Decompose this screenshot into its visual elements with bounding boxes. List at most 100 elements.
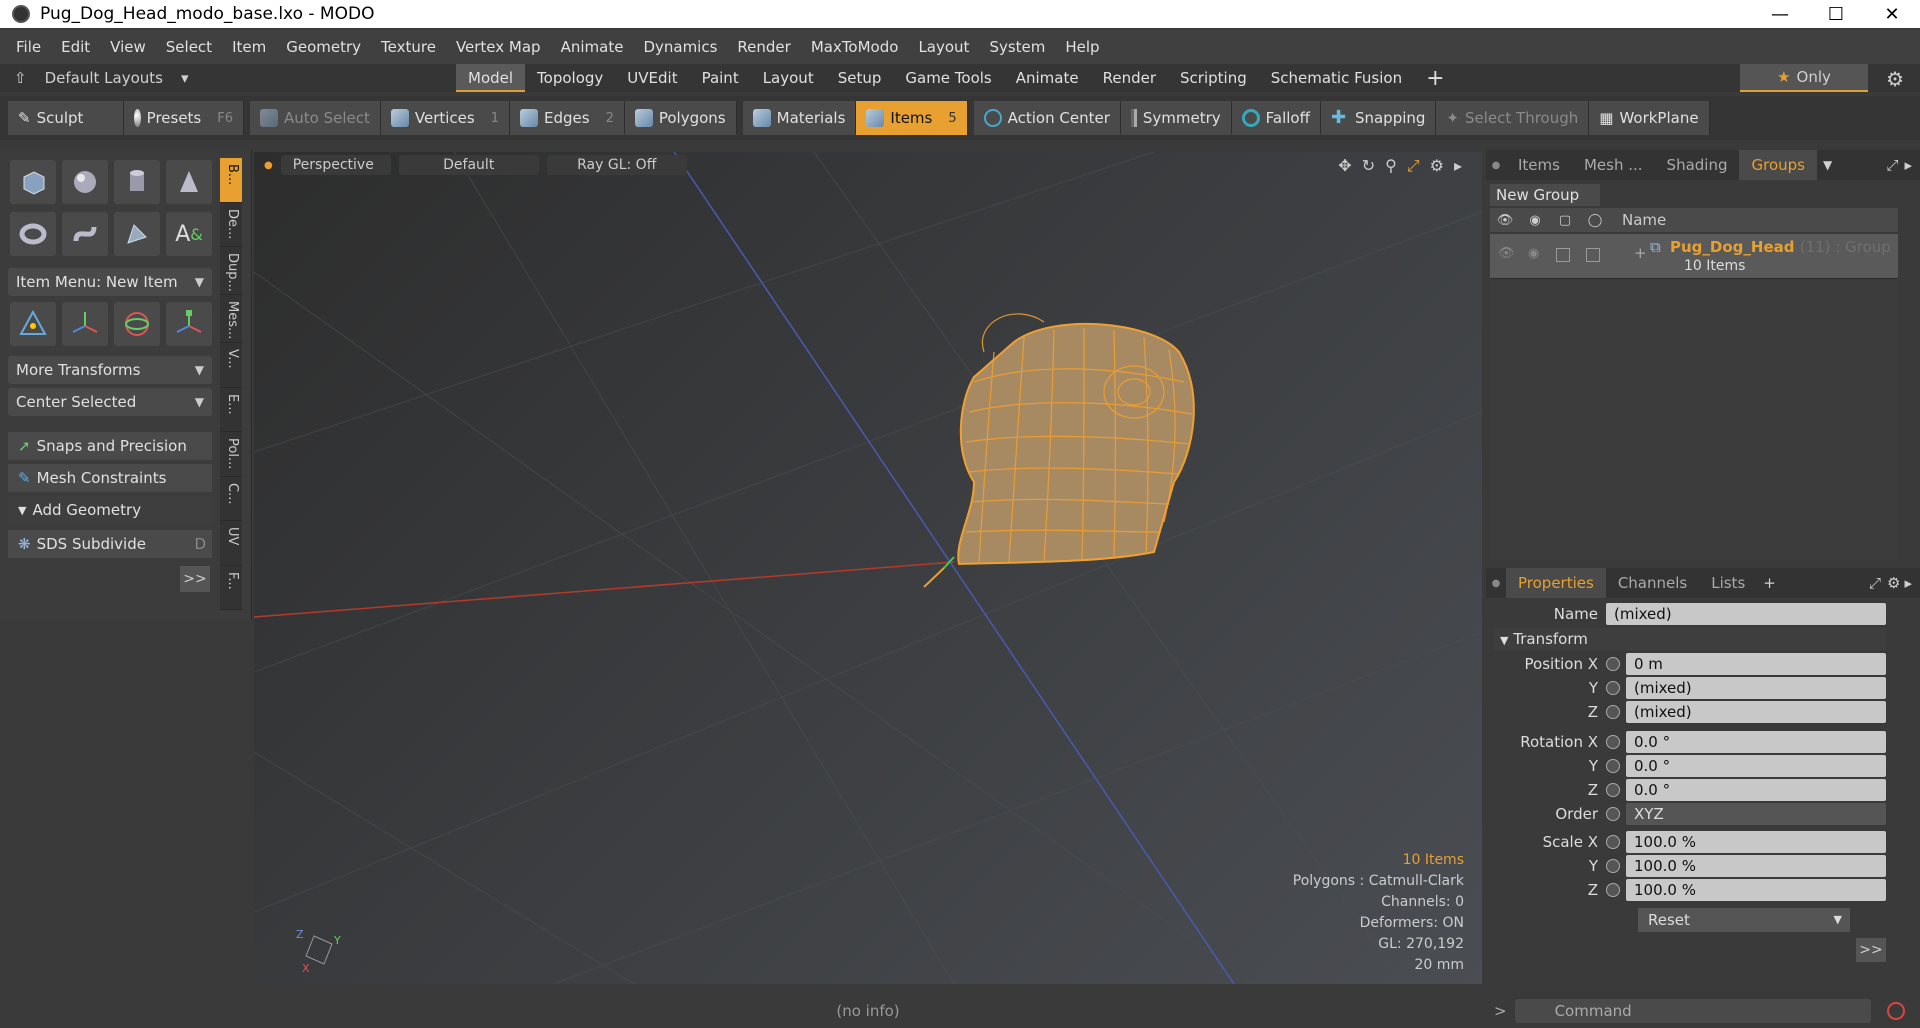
group-row-pug-dog-head[interactable]: 👁 ◉ + ⧉ Pug_Dog_Head (11) : Group 10 Ite… bbox=[1490, 234, 1898, 278]
keyframe-icon[interactable] bbox=[1606, 783, 1620, 797]
tab-items[interactable]: Items bbox=[1506, 150, 1572, 180]
tab-channels[interactable]: Channels bbox=[1606, 568, 1699, 598]
vtab-duplicate[interactable]: Dup... bbox=[220, 247, 242, 295]
vtab-uv[interactable]: UV bbox=[220, 521, 242, 566]
tab-render[interactable]: Render bbox=[1091, 64, 1168, 92]
center-selected-dropdown[interactable]: Center Selected ▼ bbox=[8, 388, 212, 416]
menu-select[interactable]: Select bbox=[156, 38, 222, 56]
cylinder-primitive-icon[interactable] bbox=[114, 160, 160, 204]
menu-file[interactable]: File bbox=[6, 38, 51, 56]
vtab-polygon[interactable]: Pol... bbox=[220, 432, 242, 477]
sds-subdivide-button[interactable]: ❋ SDS Subdivide D bbox=[8, 530, 212, 558]
position-y-field[interactable]: (mixed) bbox=[1626, 677, 1886, 699]
vtab-deform[interactable]: De... bbox=[220, 203, 242, 247]
rotate-tool-icon[interactable] bbox=[114, 302, 160, 346]
chevron-down-icon[interactable]: ▼ bbox=[1823, 158, 1832, 172]
menu-system[interactable]: System bbox=[979, 38, 1055, 56]
item-menu-dropdown[interactable]: Item Menu: New Item ▼ bbox=[8, 268, 212, 296]
add-tab-icon[interactable]: + bbox=[1763, 574, 1776, 592]
zoom-icon[interactable]: ⚲ bbox=[1385, 156, 1397, 176]
move-tool-icon[interactable] bbox=[10, 302, 56, 346]
render-icon[interactable]: ◉ bbox=[1520, 213, 1550, 228]
tab-uvedit[interactable]: UVEdit bbox=[615, 64, 689, 92]
rotation-x-field[interactable]: 0.0 ° bbox=[1626, 731, 1886, 753]
add-tab-icon[interactable]: + bbox=[1414, 66, 1456, 91]
more-transforms-dropdown[interactable]: More Transforms ▼ bbox=[8, 356, 212, 384]
vtab-curve[interactable]: C... bbox=[220, 477, 242, 521]
rotation-z-field[interactable]: 0.0 ° bbox=[1626, 779, 1886, 801]
default-layouts-dropdown[interactable]: ⇧ Default Layouts ▾ bbox=[0, 69, 456, 87]
panel-menu-icon[interactable]: ▸ bbox=[1904, 156, 1912, 174]
torus-primitive-icon[interactable] bbox=[10, 212, 56, 256]
more-tools-button[interactable]: >> bbox=[180, 566, 210, 592]
tab-paint[interactable]: Paint bbox=[690, 64, 751, 92]
pug-dog-head-mesh[interactable] bbox=[957, 313, 1195, 566]
keyframe-icon[interactable] bbox=[1606, 859, 1620, 873]
cube-primitive-icon[interactable] bbox=[10, 160, 56, 204]
action-center-button[interactable]: Action Center bbox=[973, 101, 1121, 135]
scale-x-field[interactable]: 100.0 % bbox=[1626, 831, 1886, 853]
tab-properties[interactable]: Properties bbox=[1506, 568, 1606, 598]
gear-icon[interactable]: ⚙ bbox=[1887, 574, 1900, 592]
translate-tool-icon[interactable] bbox=[62, 302, 108, 346]
lock-checkbox[interactable] bbox=[1556, 248, 1570, 262]
menu-geometry[interactable]: Geometry bbox=[276, 38, 371, 56]
materials-button[interactable]: Materials bbox=[742, 101, 857, 135]
mesh-constraints-button[interactable]: ✎ Mesh Constraints bbox=[8, 464, 212, 492]
vertices-button[interactable]: Vertices 1 bbox=[380, 101, 510, 135]
visibility-eye-icon[interactable]: 👁 bbox=[1490, 213, 1520, 228]
tab-layout[interactable]: Layout bbox=[751, 64, 826, 92]
shading-default-button[interactable]: Default bbox=[398, 155, 539, 175]
tab-mesh[interactable]: Mesh ... bbox=[1572, 150, 1655, 180]
scale-z-field[interactable]: 100.0 % bbox=[1626, 879, 1886, 901]
select-icon[interactable]: ◯ bbox=[1580, 213, 1610, 228]
expand-panel-icon[interactable]: ⤢ bbox=[1869, 574, 1881, 592]
expand-panel-icon[interactable]: ⤢ bbox=[1886, 156, 1898, 174]
record-icon[interactable] bbox=[1886, 1002, 1905, 1020]
tab-topology[interactable]: Topology bbox=[525, 64, 615, 92]
vtab-fusion[interactable]: F... bbox=[220, 566, 242, 610]
tab-game-tools[interactable]: Game Tools bbox=[893, 64, 1003, 92]
render-icon[interactable]: ◉ bbox=[1528, 246, 1539, 261]
menu-texture[interactable]: Texture bbox=[371, 38, 446, 56]
pan-icon[interactable]: ✥ bbox=[1338, 156, 1351, 176]
tab-groups[interactable]: Groups bbox=[1739, 150, 1817, 180]
menu-vertex-map[interactable]: Vertex Map bbox=[446, 38, 551, 56]
only-button[interactable]: ★ Only bbox=[1740, 64, 1868, 92]
sculpt-button[interactable]: ✎ Sculpt bbox=[8, 101, 124, 135]
raygl-button[interactable]: Ray GL: Off bbox=[546, 155, 687, 175]
tab-scripting[interactable]: Scripting bbox=[1168, 64, 1259, 92]
cone-primitive-icon[interactable] bbox=[166, 160, 212, 204]
panel-menu-icon[interactable]: ▸ bbox=[1904, 574, 1912, 592]
rotation-y-field[interactable]: 0.0 ° bbox=[1626, 755, 1886, 777]
menu-help[interactable]: Help bbox=[1055, 38, 1109, 56]
snapping-button[interactable]: ✚ Snapping bbox=[1320, 101, 1437, 135]
viewport-settings-icon[interactable]: ⚙ bbox=[1430, 156, 1444, 176]
vtab-basic[interactable]: B... bbox=[220, 158, 242, 203]
pin-icon[interactable]: ⇧ bbox=[14, 69, 27, 87]
edges-button[interactable]: Edges 2 bbox=[510, 101, 625, 135]
viewport-menu-icon[interactable]: ▸ bbox=[1454, 156, 1462, 176]
transform-section[interactable]: ▼ Transform bbox=[1494, 628, 1886, 650]
items-button[interactable]: Items 5 bbox=[856, 101, 968, 135]
add-geometry-section[interactable]: ▼ Add Geometry bbox=[8, 496, 212, 524]
keyframe-icon[interactable] bbox=[1606, 657, 1620, 671]
keyframe-icon[interactable] bbox=[1606, 883, 1620, 897]
menu-maxtomodo[interactable]: MaxToModo bbox=[801, 38, 909, 56]
sphere-primitive-icon[interactable] bbox=[62, 160, 108, 204]
menu-view[interactable]: View bbox=[100, 38, 156, 56]
select-checkbox[interactable] bbox=[1586, 248, 1600, 262]
keyframe-icon[interactable] bbox=[1606, 681, 1620, 695]
menu-layout[interactable]: Layout bbox=[908, 38, 979, 56]
visibility-eye-icon[interactable]: 👁 bbox=[1498, 246, 1515, 261]
polygons-button[interactable]: Polygons bbox=[624, 101, 737, 135]
vtab-vertex[interactable]: V... bbox=[220, 343, 242, 388]
workplane-button[interactable]: ▦ WorkPlane bbox=[1589, 101, 1710, 135]
tab-lists[interactable]: Lists bbox=[1699, 568, 1757, 598]
view-perspective-button[interactable]: Perspective bbox=[280, 155, 391, 175]
3d-viewport[interactable]: ● Perspective Default Ray GL: Off ✥ ↻ ⚲ … bbox=[254, 152, 1482, 984]
tube-primitive-icon[interactable] bbox=[62, 212, 108, 256]
menu-item[interactable]: Item bbox=[222, 38, 276, 56]
menu-edit[interactable]: Edit bbox=[51, 38, 100, 56]
name-field[interactable]: (mixed) bbox=[1606, 603, 1886, 625]
